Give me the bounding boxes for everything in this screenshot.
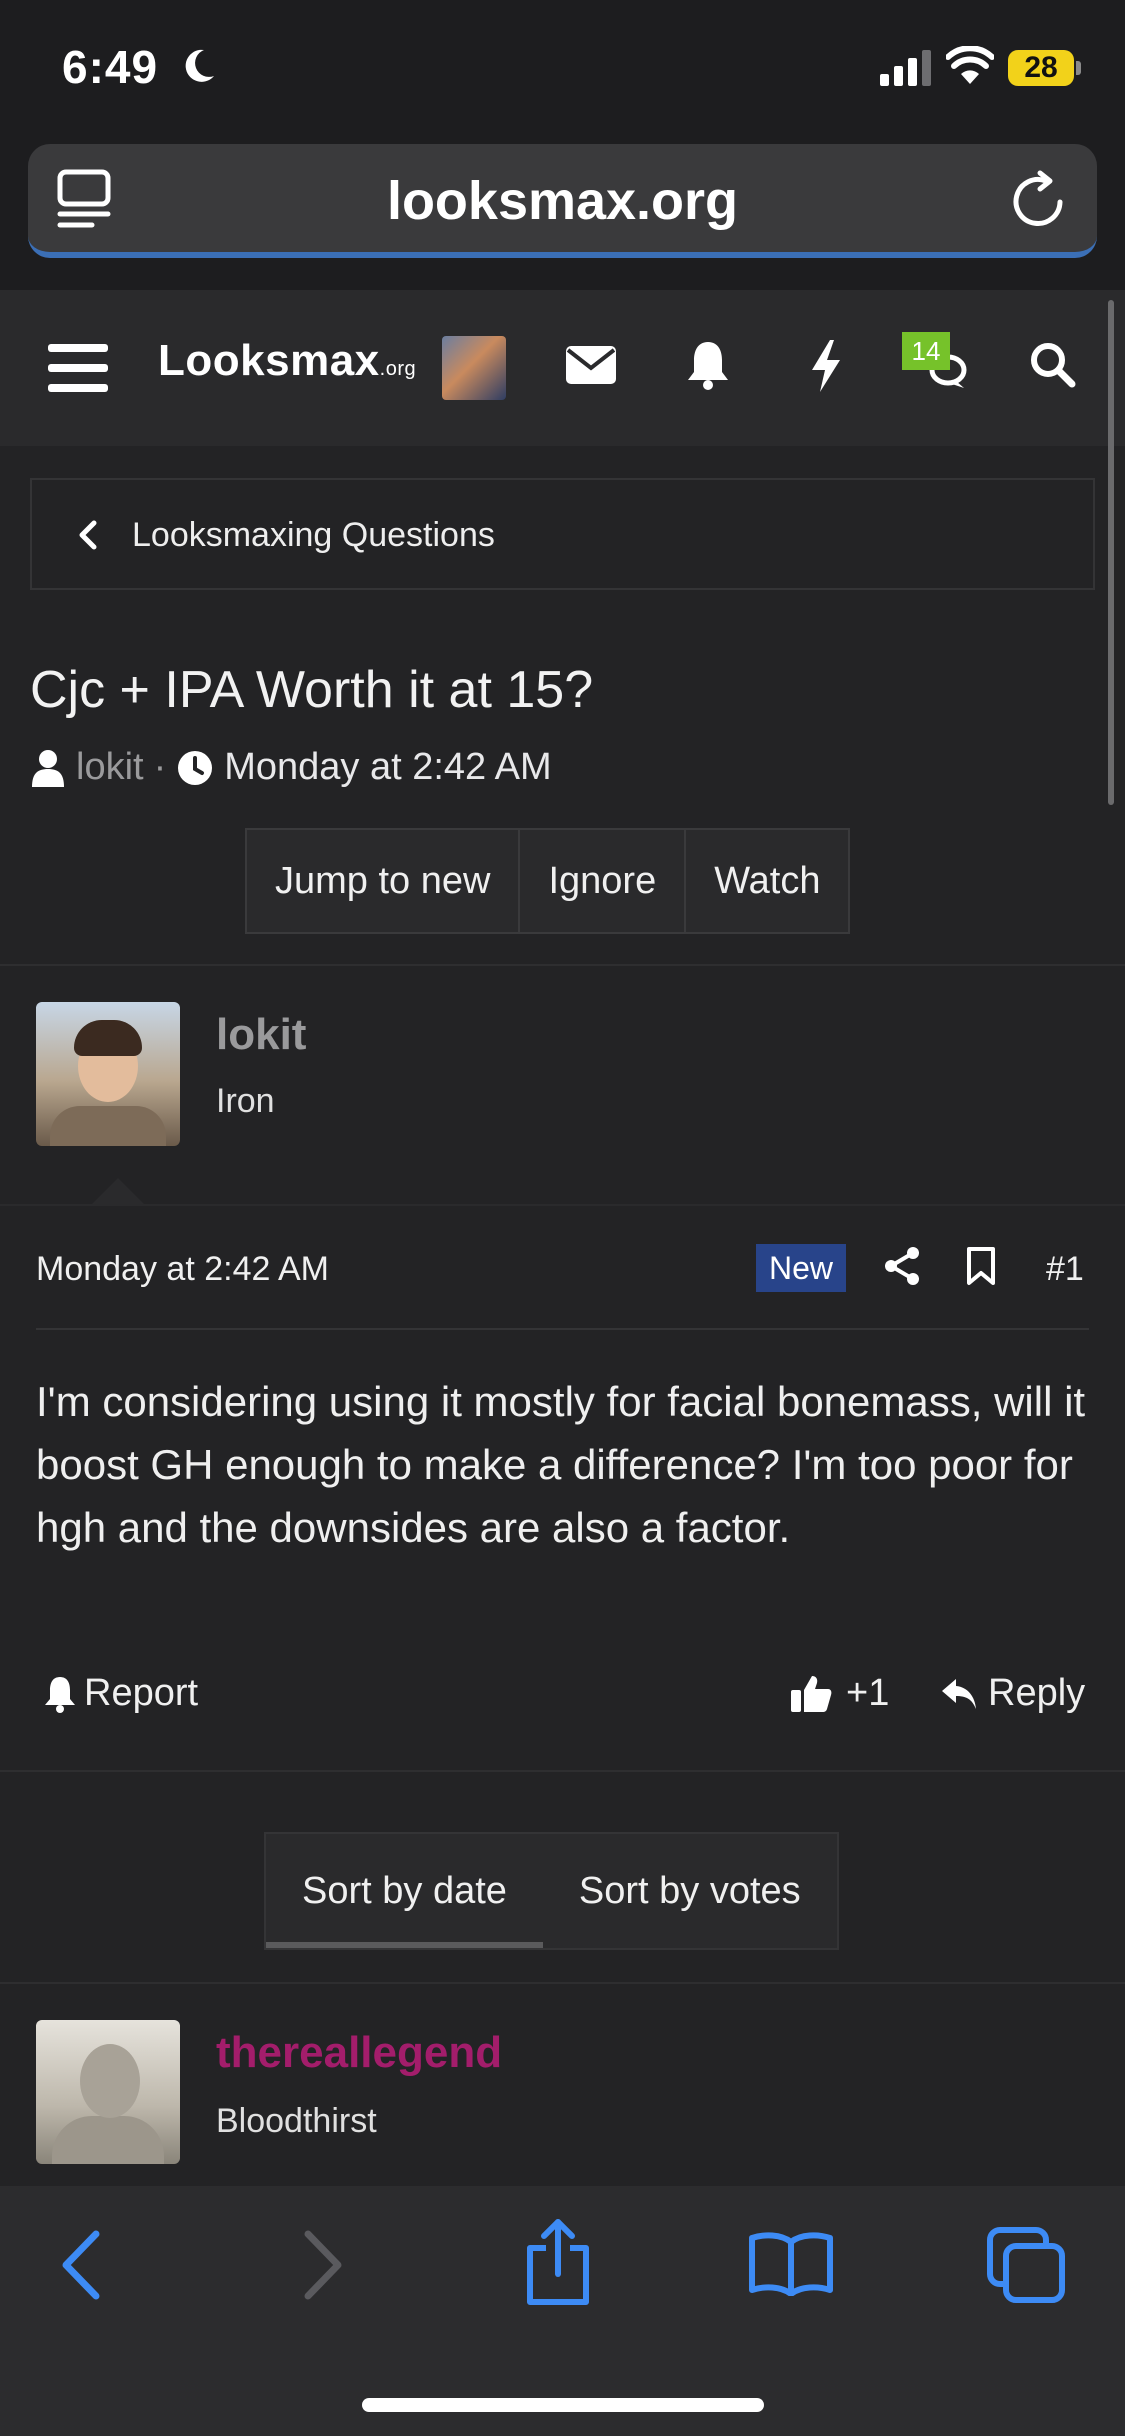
- post-username[interactable]: lokit: [216, 1010, 306, 1060]
- logo-text: Looksmax: [158, 336, 380, 385]
- thread-author[interactable]: lokit: [76, 746, 144, 789]
- status-time: 6:49: [62, 41, 159, 93]
- reply-avatar[interactable]: [36, 2020, 180, 2164]
- hamburger-menu-icon[interactable]: [48, 340, 108, 396]
- bookmark-icon[interactable]: [966, 1246, 996, 1286]
- like-count: +1: [846, 1672, 890, 1714]
- post-notch: [92, 1178, 144, 1204]
- chevron-left-icon: [79, 520, 97, 550]
- thread-title: Cjc + IPA Worth it at 15?: [30, 661, 594, 719]
- breadcrumb-label[interactable]: Looksmaxing Questions: [132, 516, 495, 555]
- battery-indicator: 28: [1008, 50, 1074, 86]
- share-sheet-icon[interactable]: [522, 2218, 594, 2308]
- post-avatar[interactable]: [36, 1002, 180, 1146]
- post-number[interactable]: #1: [1046, 1250, 1084, 1289]
- mail-icon[interactable]: [566, 346, 616, 384]
- divider: [0, 1982, 1125, 1984]
- bell-icon: [45, 1676, 75, 1713]
- reply-icon: [942, 1678, 976, 1709]
- reply-button[interactable]: Reply: [940, 1672, 1085, 1715]
- user-icon: [32, 749, 64, 787]
- sort-by-date-tab[interactable]: Sort by date: [266, 1834, 543, 1948]
- logo-suffix: .org: [379, 358, 417, 380]
- share-icon[interactable]: [882, 1246, 922, 1286]
- report-button[interactable]: Report: [44, 1672, 198, 1715]
- thumbs-up-icon: [791, 1675, 832, 1712]
- divider: [0, 964, 1125, 966]
- post-body: I'm considering using it mostly for faci…: [36, 1378, 1086, 1551]
- report-label: Report: [84, 1672, 199, 1714]
- sort-tabs: Sort by date Sort by votes: [264, 1832, 839, 1950]
- scrollbar-thumb[interactable]: [1108, 300, 1114, 805]
- reply-label: Reply: [988, 1672, 1086, 1714]
- reply-username[interactable]: thereallegend: [216, 2028, 502, 2078]
- meta-separator: ·: [153, 746, 167, 788]
- ignore-button[interactable]: Ignore: [520, 830, 687, 932]
- thread-actions: Jump to new Ignore Watch: [245, 828, 851, 934]
- divider: [0, 1204, 1125, 1206]
- thread-date[interactable]: Monday at 2:42 AM: [224, 746, 551, 789]
- thread-meta: lokit · Monday at 2:42 AM: [30, 746, 552, 789]
- post-date[interactable]: Monday at 2:42 AM: [36, 1250, 329, 1289]
- site-logo[interactable]: Looksmax.org: [158, 336, 416, 386]
- reload-icon[interactable]: [1012, 170, 1068, 230]
- divider: [0, 1770, 1125, 1772]
- bolt-icon[interactable]: [810, 340, 842, 392]
- post-user-rank: Iron: [216, 1082, 275, 1120]
- url-text[interactable]: looksmax.org: [0, 170, 1125, 232]
- new-badge: New: [756, 1244, 846, 1292]
- signal-icon: [880, 50, 931, 86]
- like-button[interactable]: +1: [790, 1672, 889, 1715]
- divider: [36, 1328, 1089, 1330]
- jump-to-new-button[interactable]: Jump to new: [247, 830, 521, 932]
- conversations-badge: 14: [902, 332, 950, 370]
- home-indicator[interactable]: [362, 2398, 764, 2412]
- sort-by-votes-tab[interactable]: Sort by votes: [543, 1834, 837, 1948]
- clock-icon: [178, 750, 213, 785]
- user-avatar[interactable]: [442, 336, 506, 400]
- search-icon[interactable]: [1030, 342, 1076, 388]
- moon-icon: [185, 49, 214, 82]
- wifi-icon: [946, 46, 994, 84]
- forward-icon[interactable]: [300, 2230, 344, 2300]
- reply-user-rank: Bloodthirst: [216, 2102, 377, 2140]
- back-icon[interactable]: [60, 2230, 104, 2300]
- bell-icon[interactable]: [686, 340, 730, 390]
- battery-cap: [1076, 61, 1081, 75]
- watch-button[interactable]: Watch: [686, 830, 848, 932]
- bookmarks-icon[interactable]: [748, 2230, 834, 2296]
- tabs-icon[interactable]: [986, 2226, 1068, 2304]
